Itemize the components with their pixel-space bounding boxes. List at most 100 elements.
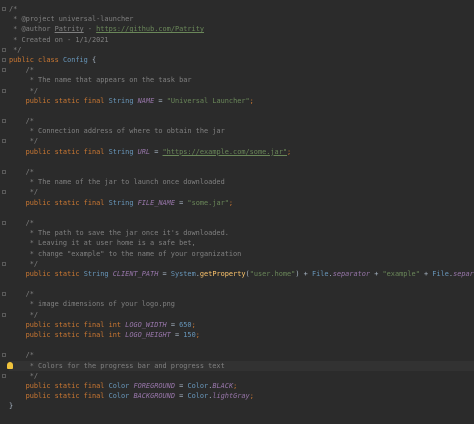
code-token: -	[83, 25, 97, 34]
code-token: /*	[9, 117, 34, 126]
code-token: * The path to save the jar once it's dow…	[9, 229, 229, 238]
code-token: separator	[453, 269, 474, 278]
code-line[interactable]: public static final String FILE_NAME = "…	[9, 198, 474, 208]
code-line[interactable]: /*	[2, 167, 474, 177]
code-token: =	[154, 96, 167, 105]
code-line[interactable]: */	[2, 187, 474, 197]
code-token: LOGO_HEIGHT	[125, 331, 171, 339]
code-token: /*	[9, 351, 34, 360]
code-line[interactable]: public static final String NAME = "Unive…	[9, 96, 474, 106]
code-token: */	[9, 86, 39, 95]
code-line[interactable]: * change "example" to the name of your o…	[9, 249, 474, 259]
code-line[interactable]: public static final Color FOREGROUND = C…	[9, 381, 474, 391]
fold-marker-icon[interactable]	[2, 139, 6, 144]
code-token: /*	[9, 218, 34, 227]
code-token: * Created on - 1/1/2021	[9, 35, 109, 44]
code-token: ;	[228, 198, 234, 207]
code-line[interactable]	[9, 208, 474, 218]
fold-marker-icon[interactable]	[2, 373, 6, 378]
fold-marker-icon[interactable]	[2, 7, 6, 11]
code-token: * image dimensions of your logo.png	[9, 300, 175, 309]
code-line[interactable]	[9, 157, 474, 167]
code-token: =	[174, 381, 188, 390]
code-line[interactable]: * Colors for the progress bar and progre…	[7, 360, 474, 371]
fold-marker-icon[interactable]	[2, 119, 6, 124]
code-line[interactable]: * @author Patrity - https://github.com/P…	[9, 24, 474, 34]
code-line[interactable]: */	[2, 136, 474, 146]
code-token: /*	[9, 168, 34, 176]
code-area[interactable]: /* * @project universal-launcher * @auth…	[2, 4, 474, 412]
code-line[interactable]: public static String CLIENT_PATH = Syste…	[9, 269, 474, 279]
code-token: ;	[249, 96, 254, 105]
code-line[interactable]: /*	[2, 65, 474, 75]
code-line[interactable]: public static final int LOGO_HEIGHT = 15…	[9, 330, 474, 340]
code-token: */	[9, 310, 39, 319]
code-line[interactable]: /*	[2, 350, 474, 360]
code-token: https://github.com/Patrity	[96, 25, 205, 34]
code-line[interactable]: */	[2, 310, 474, 320]
code-token: ;	[249, 392, 254, 401]
fold-marker-icon[interactable]	[2, 220, 6, 225]
code-token: ;	[191, 320, 196, 329]
fold-marker-icon[interactable]	[2, 190, 6, 195]
code-line[interactable]: */	[2, 45, 474, 55]
fold-marker-icon[interactable]	[2, 292, 6, 297]
fold-marker-icon[interactable]	[2, 170, 6, 174]
code-token: Patrity	[54, 25, 84, 34]
code-token: 150	[183, 331, 196, 339]
fold-marker-icon[interactable]	[2, 57, 6, 62]
lightbulb-icon[interactable]	[7, 361, 13, 369]
code-token: =	[170, 331, 184, 339]
code-token: public static final	[9, 96, 109, 105]
code-token: lightGray	[212, 392, 250, 401]
code-line[interactable]: }	[9, 401, 474, 411]
code-token: +	[419, 269, 433, 278]
fold-marker-icon[interactable]	[2, 47, 6, 52]
code-line[interactable]: * Leaving it at user home is a safe bet,	[9, 238, 474, 248]
code-token: * Connection address of where to obtain …	[9, 127, 225, 136]
code-line[interactable]: public static final Color BACKGROUND = C…	[9, 391, 474, 401]
code-line[interactable]: public static final int LOGO_WIDTH = 650…	[9, 320, 474, 330]
code-line[interactable]	[9, 106, 474, 116]
code-token: ) +	[295, 269, 312, 278]
code-token: * @project universal-launcher	[9, 15, 134, 24]
code-token: =	[174, 198, 188, 207]
code-line[interactable]: */	[2, 86, 474, 96]
fold-marker-icon[interactable]	[2, 261, 6, 266]
code-token: Color	[187, 392, 209, 401]
code-token: File	[432, 269, 449, 278]
code-token: File	[311, 269, 329, 278]
code-line[interactable]: /*	[2, 289, 474, 299]
code-line[interactable]: /*	[2, 116, 474, 126]
code-token: ;	[233, 381, 238, 390]
code-line[interactable]: */	[2, 371, 474, 381]
code-token: }	[9, 402, 14, 411]
fold-marker-icon[interactable]	[2, 312, 6, 317]
fold-marker-icon[interactable]	[2, 68, 6, 73]
code-token: String	[108, 198, 138, 207]
fold-marker-icon[interactable]	[2, 353, 6, 358]
code-line[interactable]	[9, 279, 474, 289]
code-token: =	[174, 392, 188, 401]
code-line[interactable]: * Connection address of where to obtain …	[9, 126, 474, 136]
code-editor[interactable]: /* * @project universal-launcher * @auth…	[0, 0, 474, 424]
code-line[interactable]: * image dimensions of your logo.png	[9, 299, 474, 309]
code-line[interactable]: */	[2, 259, 474, 269]
code-line[interactable]	[9, 340, 474, 350]
fold-marker-icon[interactable]	[2, 88, 6, 93]
code-line[interactable]: public class Config {	[2, 55, 474, 65]
code-token: FILE_NAME	[137, 198, 175, 207]
code-token: NAME	[137, 96, 155, 105]
code-line[interactable]: /*	[2, 4, 474, 14]
code-line[interactable]: /*	[2, 218, 474, 228]
code-token: BACKGROUND	[133, 392, 175, 401]
code-token: * Leaving it at user home is a safe bet,	[9, 239, 196, 248]
code-line[interactable]: * Created on - 1/1/2021	[9, 35, 474, 45]
code-line[interactable]: * The name of the jar to launch once dow…	[9, 177, 474, 187]
code-line[interactable]: * The name that appears on the task bar	[9, 75, 474, 85]
code-line[interactable]: * The path to save the jar once it's dow…	[9, 228, 474, 238]
code-token: String	[108, 96, 138, 105]
code-line[interactable]: public static final String URL = "https:…	[9, 147, 474, 157]
code-line[interactable]: * @project universal-launcher	[9, 14, 474, 24]
code-token: */	[9, 188, 39, 197]
